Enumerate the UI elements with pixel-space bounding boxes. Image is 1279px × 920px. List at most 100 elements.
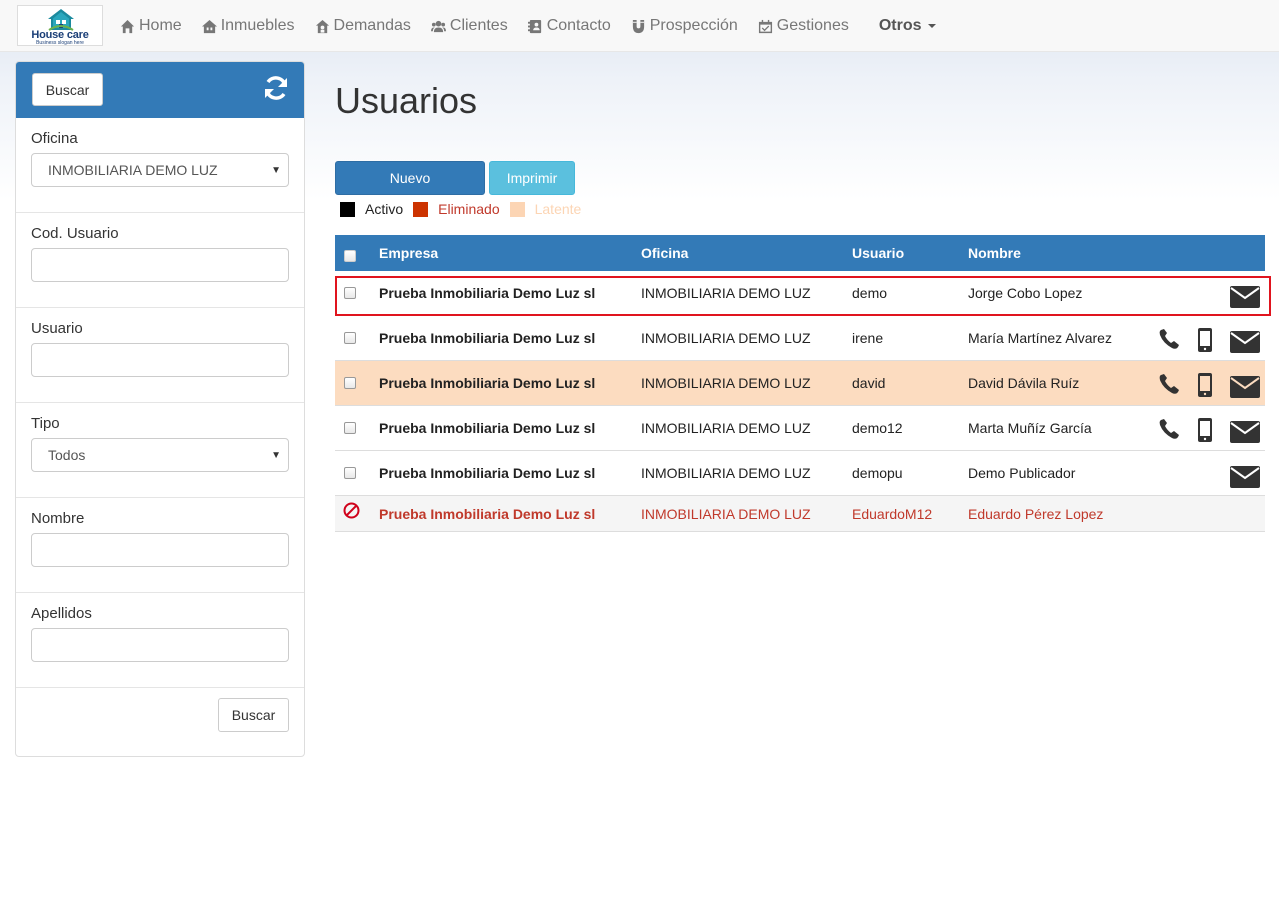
cell-empresa: Prueba Inmobiliaria Demo Luz sl [379, 330, 596, 346]
ban-icon [343, 502, 360, 519]
nav-clientes[interactable]: Clientes [421, 0, 518, 52]
home-icon [120, 19, 135, 33]
navbar: House care Business slogan here Home Inm… [0, 0, 1279, 52]
cell-nombre: Marta Muñíz García [968, 420, 1092, 436]
mobile-phone-icon[interactable] [1197, 328, 1213, 352]
new-user-button[interactable]: Nuevo [335, 161, 485, 195]
filter-panel-footer: Buscar [16, 688, 304, 756]
apellidos-input[interactable] [31, 628, 289, 662]
usuario-label: Usuario [31, 320, 83, 337]
search-button-bottom[interactable]: Buscar [218, 698, 289, 732]
select-all-checkbox[interactable] [344, 250, 356, 262]
cell-usuario: irene [852, 330, 884, 346]
table-row[interactable]: Prueba Inmobiliaria Demo Luz sl INMOBILI… [335, 451, 1265, 496]
envelope-icon[interactable] [1230, 286, 1260, 308]
cell-oficina: INMOBILIARIA DEMO LUZ [641, 506, 811, 522]
envelope-icon[interactable] [1230, 331, 1260, 353]
cell-nombre: David Dávila Ruíz [968, 375, 1080, 391]
envelope-icon[interactable] [1230, 421, 1260, 443]
row-checkbox[interactable] [344, 287, 356, 299]
field-group-usuario: Usuario [16, 308, 304, 403]
envelope-icon[interactable] [1230, 466, 1260, 488]
field-group-cod-usuario: Cod. Usuario [16, 213, 304, 308]
header-usuario[interactable]: Usuario [852, 245, 904, 261]
field-group-nombre: Nombre [16, 498, 304, 593]
page-title: Usuarios [335, 80, 478, 121]
nombre-input[interactable] [31, 533, 289, 567]
legend-swatch-eliminado [413, 201, 429, 217]
row-checkbox[interactable] [344, 377, 356, 389]
field-group-apellidos: Apellidos [16, 593, 304, 688]
filter-panel: Buscar Oficina INMOBILIARIA DEMO LUZ ▼ C… [15, 61, 305, 757]
usuario-input[interactable] [31, 343, 289, 377]
calendar-check-icon [758, 19, 772, 33]
phone-icon[interactable] [1158, 373, 1182, 395]
logo[interactable]: House care Business slogan here [17, 5, 103, 46]
legend-swatch-activo [340, 201, 355, 217]
building-icon [201, 19, 217, 33]
table-row[interactable]: Prueba Inmobiliaria Demo Luz sl INMOBILI… [335, 406, 1265, 451]
table-row[interactable]: Prueba Inmobiliaria Demo Luz sl INMOBILI… [335, 271, 1265, 316]
nav-prospeccion[interactable]: Prospección [621, 0, 748, 52]
row-checkbox[interactable] [344, 422, 356, 434]
nav-otros-dropdown[interactable]: Otros [869, 0, 946, 52]
refresh-icon[interactable] [262, 74, 290, 102]
mobile-phone-icon[interactable] [1197, 418, 1213, 442]
select-arrow-icon: ▼ [271, 450, 281, 461]
cell-empresa: Prueba Inmobiliaria Demo Luz sl [379, 465, 596, 481]
oficina-label: Oficina [31, 130, 78, 147]
table-row[interactable]: Prueba Inmobiliaria Demo Luz sl INMOBILI… [335, 316, 1265, 361]
cell-usuario: demo12 [852, 420, 903, 436]
cell-usuario: demopu [852, 465, 903, 481]
cell-nombre: María Martínez Alvarez [968, 330, 1112, 346]
field-group-tipo: Tipo Todos ▼ [16, 403, 304, 498]
filter-panel-header: Buscar [16, 62, 304, 118]
cod-usuario-input[interactable] [31, 248, 289, 282]
cell-oficina: INMOBILIARIA DEMO LUZ [641, 465, 811, 481]
apellidos-label: Apellidos [31, 605, 92, 622]
table-row[interactable]: Prueba Inmobiliaria Demo Luz sl INMOBILI… [335, 361, 1265, 406]
row-checkbox[interactable] [344, 332, 356, 344]
phone-icon[interactable] [1158, 418, 1182, 440]
cell-oficina: INMOBILIARIA DEMO LUZ [641, 285, 811, 301]
nav-gestiones[interactable]: Gestiones [748, 0, 859, 52]
legend-label-eliminado: Eliminado [438, 201, 500, 217]
address-book-icon [527, 19, 541, 33]
cell-nombre: Jorge Cobo Lopez [968, 285, 1083, 301]
cell-oficina: INMOBILIARIA DEMO LUZ [641, 330, 811, 346]
header-nombre[interactable]: Nombre [968, 245, 1021, 261]
tipo-select[interactable]: Todos ▼ [31, 438, 289, 472]
nav-home-label: Home [139, 17, 182, 34]
logo-slogan: Business slogan here [36, 40, 84, 46]
cell-nombre: Demo Publicador [968, 465, 1076, 481]
cell-usuario: david [852, 375, 886, 391]
nav-contacto[interactable]: Contacto [518, 0, 621, 52]
cell-usuario: demo [852, 285, 888, 301]
nav-otros-label: Otros [878, 17, 922, 34]
envelope-icon[interactable] [1230, 376, 1260, 398]
nav-contacto-label: Contacto [546, 17, 611, 34]
cell-empresa: Prueba Inmobiliaria Demo Luz sl [379, 420, 596, 436]
search-button-top[interactable]: Buscar [32, 73, 103, 106]
field-group-oficina: Oficina INMOBILIARIA DEMO LUZ ▼ [16, 118, 304, 213]
cell-nombre: Eduardo Pérez Lopez [968, 506, 1104, 522]
users-icon [430, 20, 446, 32]
nav-home[interactable]: Home [110, 0, 192, 52]
oficina-select[interactable]: INMOBILIARIA DEMO LUZ ▼ [31, 153, 289, 187]
print-button[interactable]: Imprimir [489, 161, 575, 195]
nav-demandas[interactable]: Demandas [305, 0, 421, 52]
cell-empresa: Prueba Inmobiliaria Demo Luz sl [379, 285, 596, 301]
mobile-phone-icon[interactable] [1197, 373, 1213, 397]
row-checkbox[interactable] [344, 467, 356, 479]
nombre-label: Nombre [31, 510, 85, 527]
header-empresa[interactable]: Empresa [379, 245, 438, 261]
legend-swatch-latente [509, 201, 525, 217]
nav-inmuebles[interactable]: Inmuebles [192, 0, 305, 52]
phone-icon[interactable] [1158, 328, 1182, 350]
status-legend: Activo Eliminado Latente [340, 201, 591, 217]
select-arrow-icon: ▼ [271, 165, 281, 176]
header-oficina[interactable]: Oficina [641, 245, 688, 261]
nav-clientes-label: Clientes [449, 17, 508, 34]
nav-inmuebles-label: Inmuebles [220, 17, 295, 34]
table-row[interactable]: Prueba Inmobiliaria Demo Luz sl INMOBILI… [335, 496, 1265, 532]
